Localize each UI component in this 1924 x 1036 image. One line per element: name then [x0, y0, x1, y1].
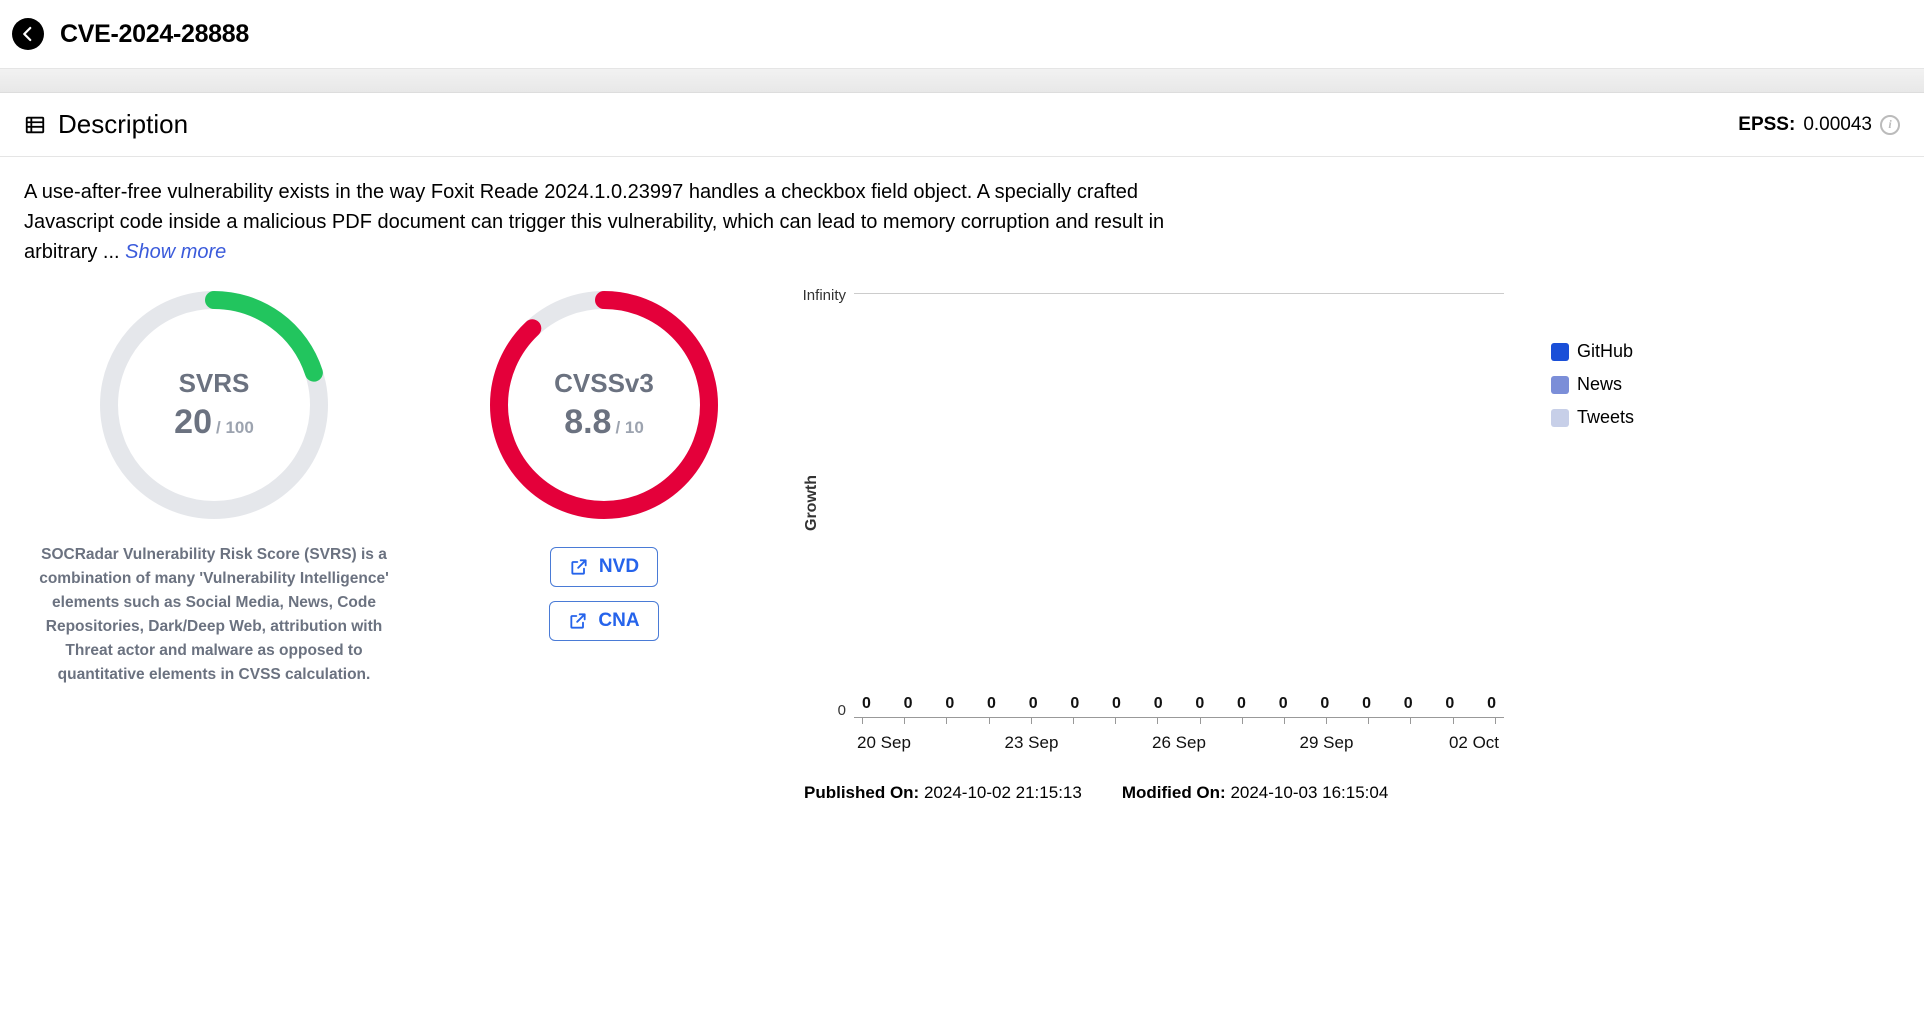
bar-value-label: 0 [1195, 695, 1204, 713]
legend-item[interactable]: News [1551, 374, 1634, 395]
cvss-block: CVSSv3 8.8 / 10 NVD CNA [444, 285, 764, 641]
svrs-block: SVRS 20 / 100 SOCRadar Vulnerability Ris… [24, 285, 404, 687]
cna-link[interactable]: CNA [549, 601, 658, 641]
legend-label: Tweets [1577, 407, 1634, 428]
legend-swatch [1551, 409, 1569, 427]
cve-id-title: CVE-2024-28888 [60, 20, 249, 49]
svrs-gauge: SVRS 20 / 100 [94, 285, 334, 525]
x-axis [854, 717, 1504, 727]
x-tick-label: 26 Sep [1149, 733, 1209, 753]
divider-strip [0, 69, 1924, 93]
description-header: Description EPSS: 0.00043 i [0, 93, 1924, 157]
legend-label: GitHub [1577, 341, 1633, 362]
external-link-icon [568, 611, 588, 631]
svrs-max: / 100 [216, 418, 254, 438]
info-icon[interactable]: i [1880, 115, 1900, 135]
bar-value-label: 0 [1070, 695, 1079, 713]
bar-value-label: 0 [1445, 695, 1454, 713]
modified-value: 2024-10-03 16:15:04 [1230, 783, 1388, 802]
growth-chart-wrap: Infinity 0 Growth 0000000000000000 20 Se… [804, 285, 1504, 803]
external-link-icon [569, 557, 589, 577]
description-title: Description [58, 109, 188, 140]
epss-value: 0.00043 [1803, 114, 1872, 136]
x-tick-label: 20 Sep [854, 733, 914, 753]
bar-value-label: 0 [1029, 695, 1038, 713]
epss-score: EPSS: 0.00043 i [1738, 114, 1900, 136]
bar-value-label: 0 [904, 695, 913, 713]
svrs-value: 20 [174, 403, 212, 442]
y-tick-top: Infinity [803, 287, 846, 304]
modified-label: Modified On: [1122, 783, 1226, 802]
cvss-gauge: CVSSv3 8.8 / 10 [484, 285, 724, 525]
cvss-label: CVSSv3 [554, 368, 654, 399]
svrs-label: SVRS [179, 368, 250, 399]
growth-chart: Infinity 0 Growth 0000000000000000 20 Se… [804, 285, 1504, 753]
arrow-left-icon [19, 25, 37, 43]
description-body: A use-after-free vulnerability exists in… [0, 157, 1240, 275]
list-icon [24, 114, 46, 136]
metrics-row: SVRS 20 / 100 SOCRadar Vulnerability Ris… [0, 275, 1924, 803]
svrs-caption: SOCRadar Vulnerability Risk Score (SVRS)… [34, 543, 394, 687]
bar-value-label: 0 [1112, 695, 1121, 713]
bar-value-label: 0 [1154, 695, 1163, 713]
bar-value-label: 0 [945, 695, 954, 713]
page-header: CVE-2024-28888 [0, 0, 1924, 69]
legend-swatch [1551, 343, 1569, 361]
x-tick-label: 29 Sep [1297, 733, 1357, 753]
legend-item[interactable]: GitHub [1551, 341, 1634, 362]
back-button[interactable] [12, 18, 44, 50]
chart-legend: GitHub News Tweets [1551, 341, 1634, 428]
bar-value-label: 0 [1237, 695, 1246, 713]
bar-value-label: 0 [862, 695, 871, 713]
bar-value-label: 0 [1487, 695, 1496, 713]
x-axis-labels: 20 Sep 23 Sep 26 Sep 29 Sep 02 Oct [854, 727, 1504, 753]
y-axis-label: Growth [803, 475, 821, 531]
timestamps-row: Published On: 2024-10-02 21:15:13 Modifi… [804, 783, 1504, 803]
y-tick-bot: 0 [838, 702, 846, 719]
cna-label: CNA [598, 610, 639, 632]
published-value: 2024-10-02 21:15:13 [924, 783, 1082, 802]
show-more-link[interactable]: Show more [125, 241, 226, 263]
x-tick-label: 23 Sep [1002, 733, 1062, 753]
published-label: Published On: [804, 783, 919, 802]
legend-item[interactable]: Tweets [1551, 407, 1634, 428]
legend-swatch [1551, 376, 1569, 394]
zero-bar-labels: 0 0 0 0 0 0 0 0 0 0 0 0 0 0 0 0 [854, 695, 1504, 713]
bar-value-label: 0 [987, 695, 996, 713]
nvd-link[interactable]: NVD [550, 547, 658, 587]
x-tick-label: 02 Oct [1444, 733, 1504, 753]
epss-label: EPSS: [1738, 114, 1795, 136]
cvss-value: 8.8 [564, 403, 611, 442]
legend-label: News [1577, 374, 1622, 395]
bar-value-label: 0 [1279, 695, 1288, 713]
bar-value-label: 0 [1362, 695, 1371, 713]
nvd-label: NVD [599, 556, 639, 578]
cvss-max: / 10 [615, 418, 643, 438]
bar-value-label: 0 [1404, 695, 1413, 713]
bar-value-label: 0 [1320, 695, 1329, 713]
